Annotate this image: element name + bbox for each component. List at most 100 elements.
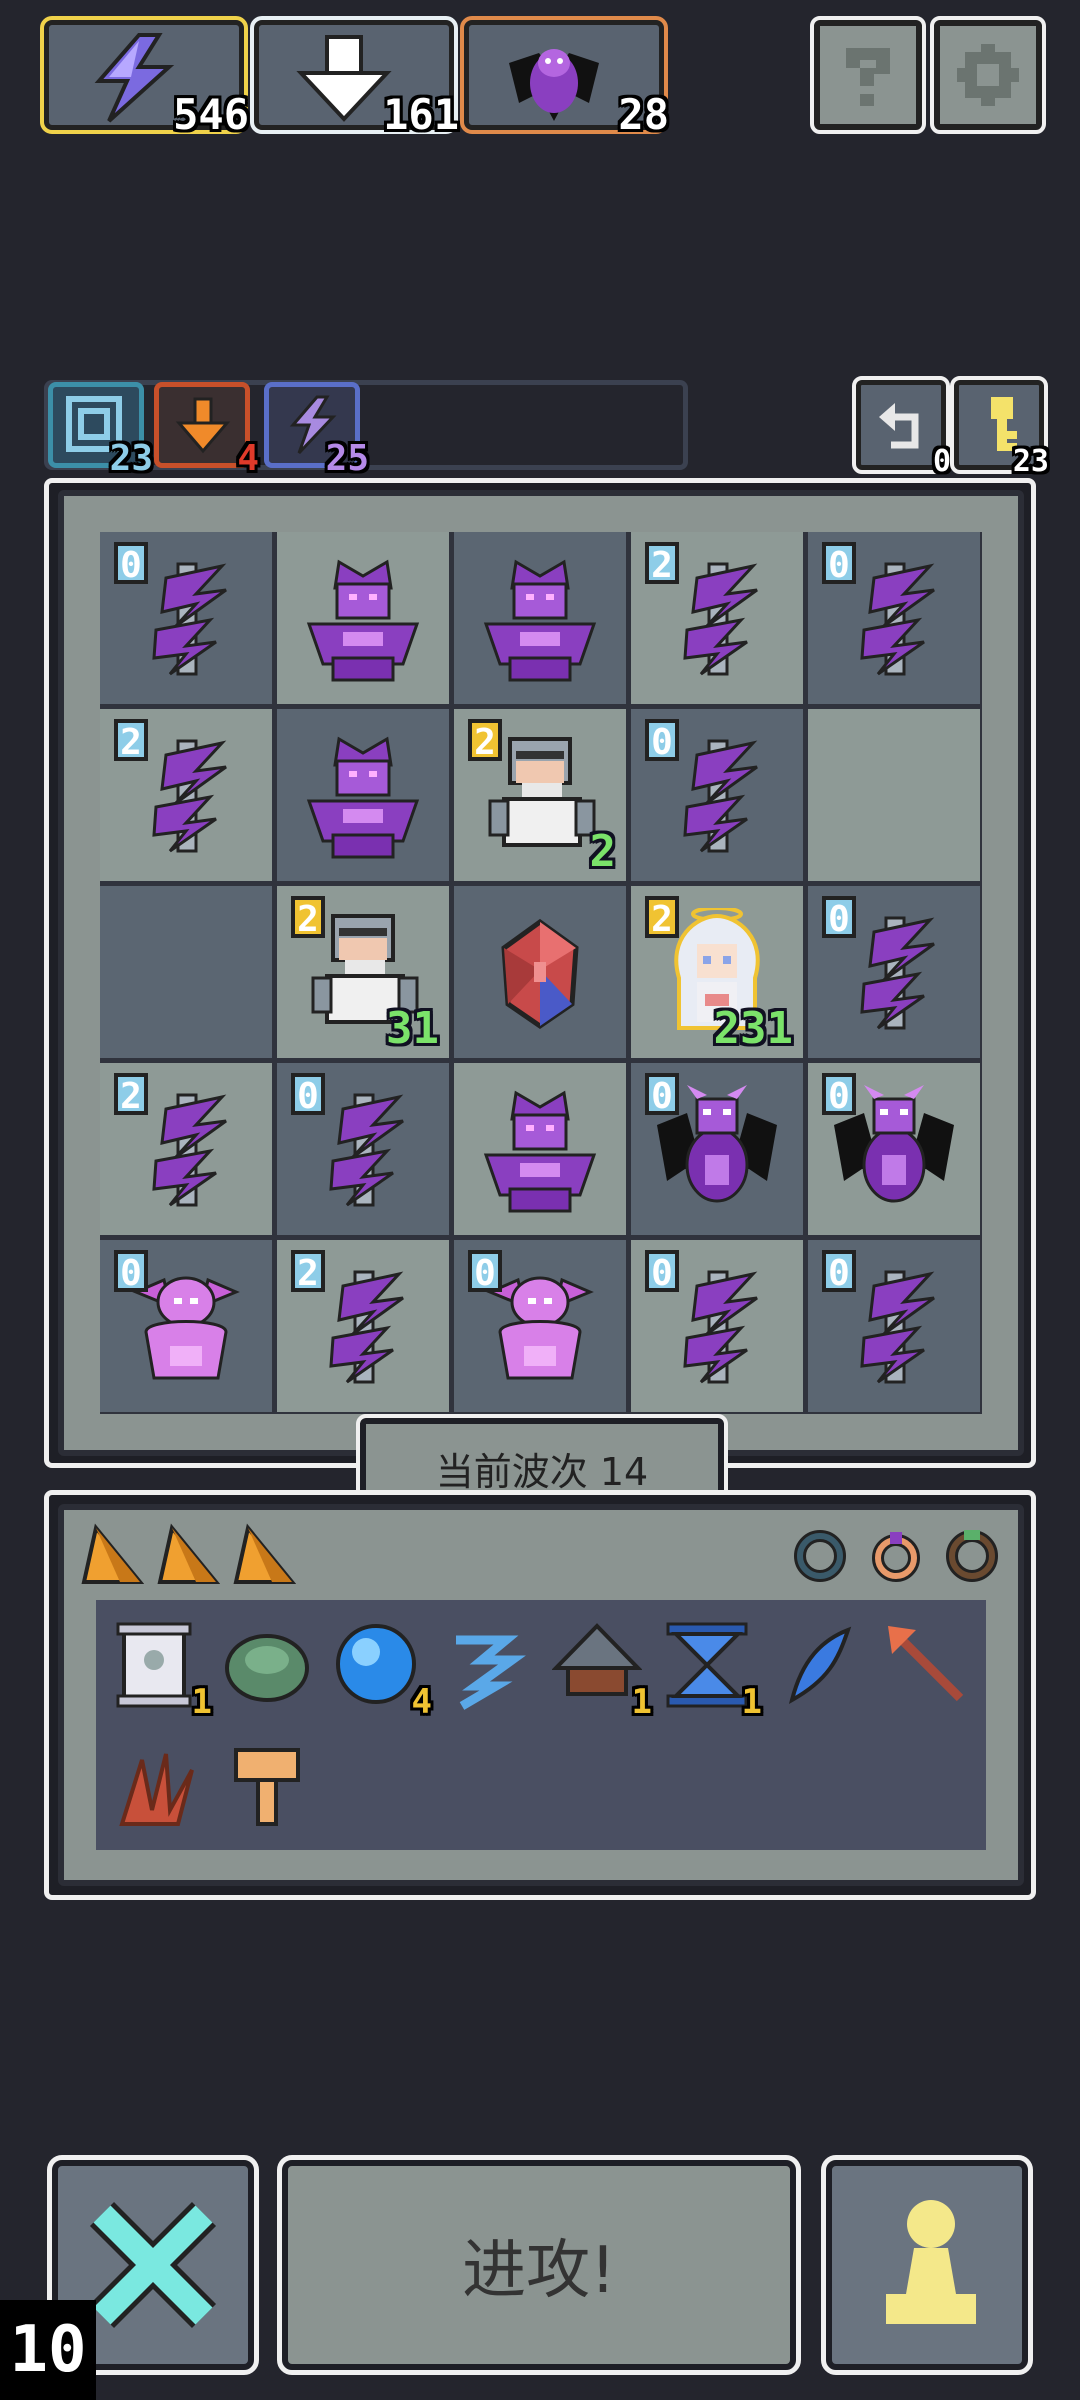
board-cell[interactable] <box>454 886 626 1058</box>
board-cell[interactable]: 0 <box>631 1240 803 1412</box>
orb-count: 4 <box>411 1682 432 1722</box>
wind-swirl-icon <box>456 1635 526 1710</box>
undo-button[interactable]: 0 <box>852 376 951 479</box>
cheese-icon <box>233 1523 296 1584</box>
turtle-shell-icon <box>225 1634 309 1702</box>
board-cell[interactable]: 0 <box>808 1063 980 1235</box>
settings-button[interactable] <box>930 16 1046 134</box>
board-cell[interactable] <box>100 886 272 1058</box>
gear-icon <box>957 44 1019 106</box>
unit-level-badge: 0 <box>822 1250 856 1294</box>
unit-level-badge: 0 <box>822 896 856 940</box>
key-button[interactable]: 23 <box>950 376 1049 479</box>
buff-arrow[interactable]: 4 <box>154 382 259 479</box>
board-cell[interactable]: 0 <box>454 1240 626 1412</box>
unit-hp-value: 31 <box>386 1003 439 1054</box>
wave-number: 10 <box>0 2300 96 2400</box>
cross-icon <box>89 2201 217 2329</box>
inventory-item-scroll[interactable]: 1 <box>112 1620 212 1722</box>
purple-golem-icon <box>480 554 600 684</box>
buff-arrow-value: 4 <box>237 438 259 479</box>
unit-level-badge: 0 <box>822 1073 856 1117</box>
board-cell[interactable]: 0 <box>277 1063 449 1235</box>
green-ring-icon[interactable] <box>942 1524 1002 1584</box>
unit-level-badge: 2 <box>645 896 679 940</box>
unit-hp-value: 2 <box>589 826 617 877</box>
board-cell[interactable]: 2 <box>100 1063 272 1235</box>
attack-button[interactable]: 进攻! <box>277 2155 801 2375</box>
orange-arrow-icon <box>175 397 231 454</box>
buff-lightning-value: 25 <box>325 438 369 479</box>
board-cell[interactable]: 2 31 <box>277 886 449 1058</box>
summon-counter: 161 <box>250 16 459 139</box>
board-cell[interactable]: 2 <box>631 532 803 704</box>
unit-level-badge: 2 <box>291 1250 325 1294</box>
inventory-item-wind[interactable] <box>442 1620 532 1710</box>
unit-level-badge: 2 <box>114 1073 148 1117</box>
unit-level-badge: 0 <box>645 1250 679 1294</box>
blue-orb-icon <box>336 1624 416 1704</box>
board-cell[interactable]: 2 <box>100 709 272 881</box>
board-cell[interactable] <box>808 709 980 881</box>
purple-golem-icon <box>480 1085 600 1215</box>
arrow-icon <box>888 1626 964 1702</box>
inventory-item-arrow[interactable] <box>882 1620 972 1710</box>
board-cell[interactable]: 2 <box>277 1240 449 1412</box>
board-cell[interactable] <box>454 1063 626 1235</box>
unit-level-badge: 2 <box>468 719 502 763</box>
inventory-item-claw[interactable] <box>112 1740 202 1830</box>
board-cell[interactable]: 0 <box>808 532 980 704</box>
purple-golem-icon <box>303 731 423 861</box>
buff-lightning[interactable]: 25 <box>264 382 369 479</box>
demon-counter: 28 <box>460 16 669 139</box>
board-cell[interactable] <box>454 532 626 704</box>
buff-spiral[interactable]: 23 <box>48 382 153 479</box>
key-count: 23 <box>1012 444 1049 479</box>
demon-value: 28 <box>618 90 669 139</box>
inventory-item-shell[interactable] <box>222 1620 312 1710</box>
scroll-count: 1 <box>191 1682 212 1722</box>
hourglass-icon <box>666 1622 748 1708</box>
pawn-icon <box>886 2200 976 2324</box>
inventory-item-hourglass[interactable]: 1 <box>662 1620 762 1722</box>
unit-level-badge: 0 <box>822 542 856 586</box>
unit-level-badge: 0 <box>114 1250 148 1294</box>
cheese-slot <box>70 1510 310 1598</box>
purple-golem-icon <box>303 554 423 684</box>
dark-ring-icon[interactable] <box>790 1524 850 1584</box>
board-cell[interactable]: 0 <box>100 1240 272 1412</box>
inventory-item-totem[interactable] <box>222 1740 312 1830</box>
energy-counter: 546 <box>40 16 249 139</box>
demon-icon <box>509 49 599 121</box>
unit-level-badge: 0 <box>645 719 679 763</box>
board-cell[interactable]: 0 <box>631 1063 803 1235</box>
buff-spiral-value: 23 <box>109 438 153 479</box>
gem-ring-icon[interactable] <box>866 1524 926 1584</box>
board-cell[interactable]: 0 <box>631 709 803 881</box>
crossbow-icon <box>551 1623 643 1696</box>
cheese-icon <box>81 1523 144 1584</box>
board-cell[interactable]: 22 <box>454 709 626 881</box>
board-cell[interactable]: 0 <box>808 886 980 1058</box>
inventory-item-orb[interactable]: 4 <box>332 1620 432 1722</box>
board-cell[interactable] <box>277 532 449 704</box>
help-button[interactable] <box>810 16 926 134</box>
blue-feather-icon <box>788 1626 852 1704</box>
question-icon <box>846 48 890 106</box>
inventory-item-crossbow[interactable]: 1 <box>551 1620 652 1722</box>
scroll-icon <box>116 1622 192 1708</box>
inventory-item-feather[interactable] <box>772 1620 862 1710</box>
hourglass-count: 1 <box>741 1682 762 1722</box>
rings-slot <box>780 1510 1020 1598</box>
unit-level-badge: 0 <box>114 542 148 586</box>
board-cell[interactable]: 0 <box>100 532 272 704</box>
board-cell[interactable]: 2 231 <box>631 886 803 1058</box>
crystal-icon <box>480 908 600 1038</box>
pawn-button[interactable] <box>821 2155 1033 2375</box>
undo-icon <box>879 403 919 449</box>
energy-value: 546 <box>173 90 249 139</box>
unit-level-badge: 2 <box>645 542 679 586</box>
board-cell[interactable]: 0 <box>808 1240 980 1412</box>
summon-value: 161 <box>383 90 459 139</box>
board-cell[interactable] <box>277 709 449 881</box>
